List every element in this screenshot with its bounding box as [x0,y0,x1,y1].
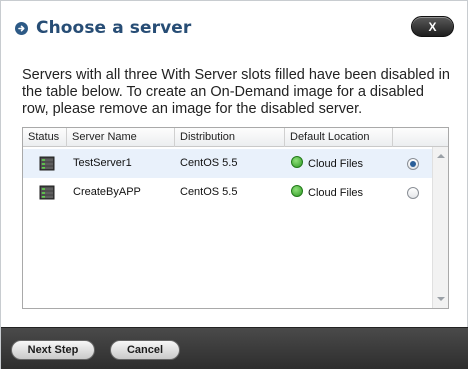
table-header: Status Server Name Distribution Default … [23,128,448,147]
dialog-footer: Next Step Cancel [1,327,468,369]
location-cell: Cloud Files [308,187,364,199]
cloud-files-icon [291,156,303,168]
table-row[interactable]: CreateByAPP CentOS 5.5 Cloud Files [23,178,433,207]
next-step-button[interactable]: Next Step [11,340,95,360]
server-status-icon [39,156,55,171]
column-header-default-location[interactable]: Default Location [285,128,393,147]
column-header-select [393,128,432,147]
location-cell: Cloud Files [308,158,364,170]
dialog-description: Servers with all three With Server slots… [22,67,450,117]
radio-selected-dot [410,161,416,167]
cancel-button[interactable]: Cancel [110,340,180,360]
scroll-up-arrow-icon[interactable] [433,149,449,163]
column-header-distribution[interactable]: Distribution [175,128,285,147]
server-name-cell: CreateByAPP [73,186,141,198]
close-button[interactable]: X [411,16,454,37]
select-radio-button[interactable] [407,158,419,170]
server-name-cell: TestServer1 [73,157,132,169]
server-status-icon [39,185,55,200]
arrow-right-circle-icon [15,22,28,35]
cloud-files-icon [291,185,303,197]
server-table: Status Server Name Distribution Default … [22,127,449,309]
column-header-status[interactable]: Status [23,128,67,147]
select-radio-button[interactable] [407,187,419,199]
table-scrollbar[interactable] [432,147,448,308]
choose-server-dialog: Choose a server X Servers with all three… [0,0,468,369]
distribution-cell: CentOS 5.5 [180,157,238,169]
dialog-header: Choose a server X [1,1,467,57]
distribution-cell: CentOS 5.5 [180,186,238,198]
column-header-server-name[interactable]: Server Name [67,128,175,147]
scroll-down-arrow-icon[interactable] [433,292,449,306]
dialog-title: Choose a server [36,18,192,38]
table-row[interactable]: TestServer1 CentOS 5.5 Cloud Files [23,149,433,178]
